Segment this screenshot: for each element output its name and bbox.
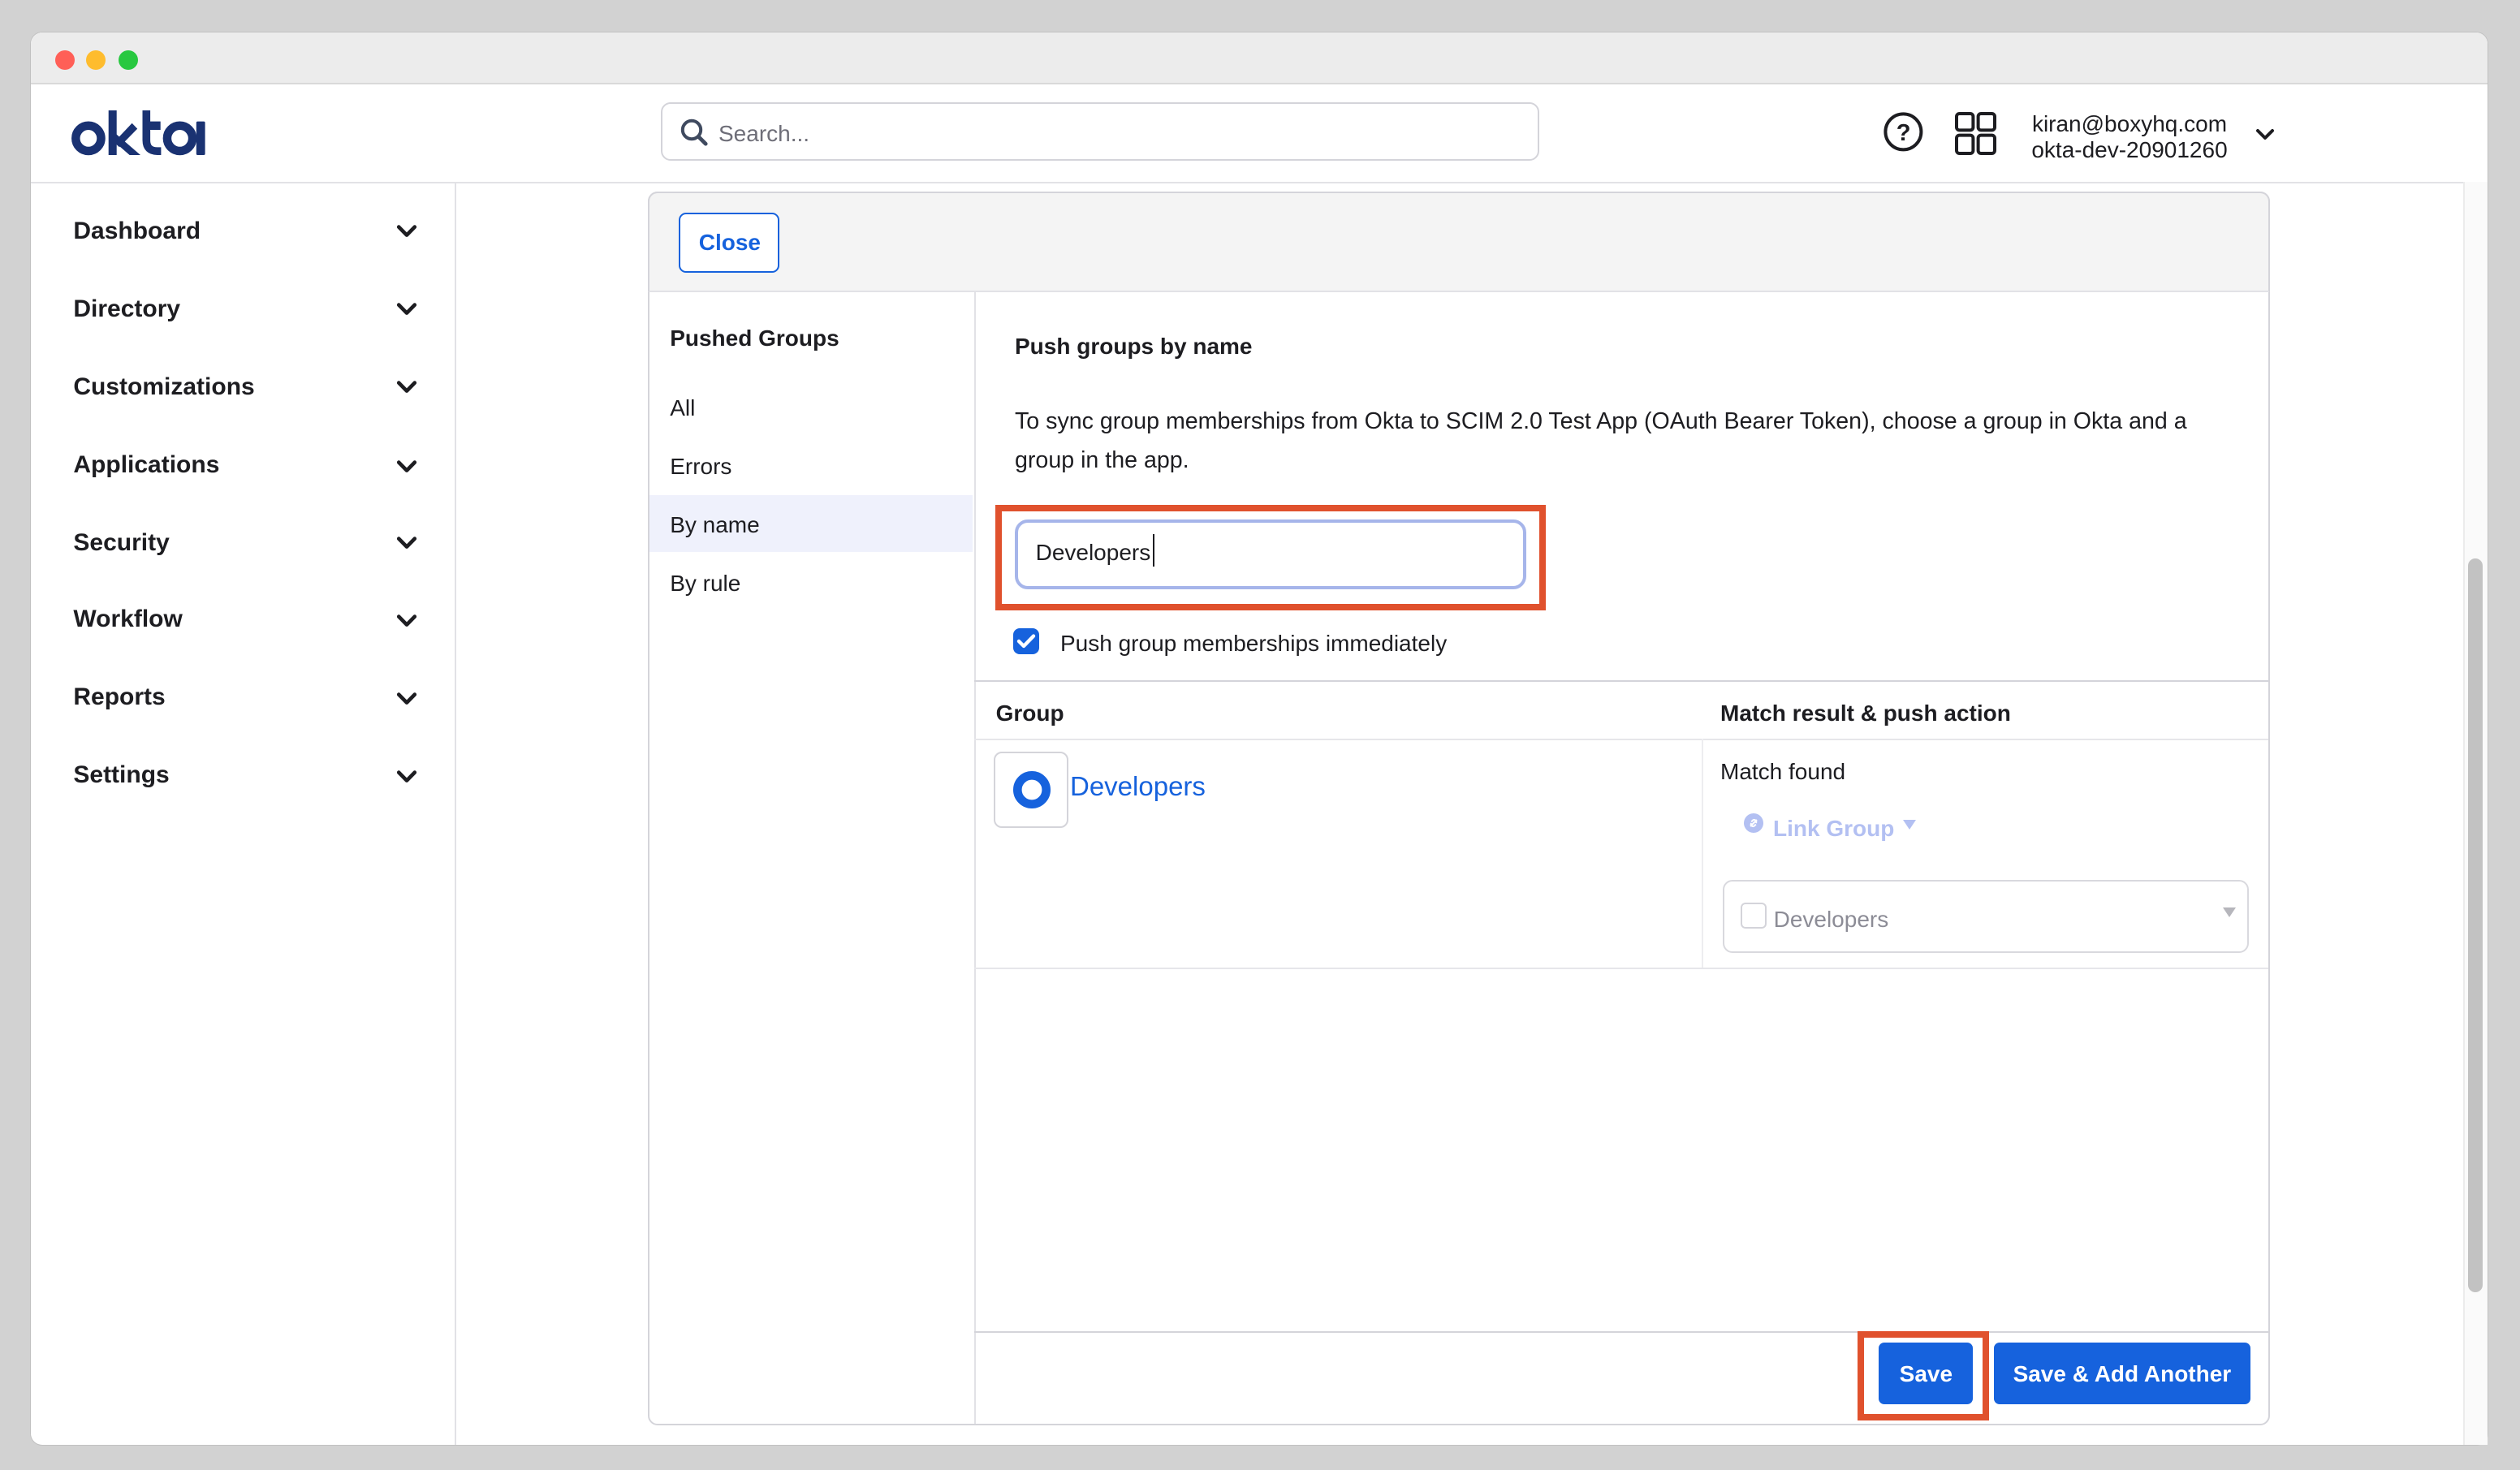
svg-text:?: ?: [1896, 119, 1911, 145]
